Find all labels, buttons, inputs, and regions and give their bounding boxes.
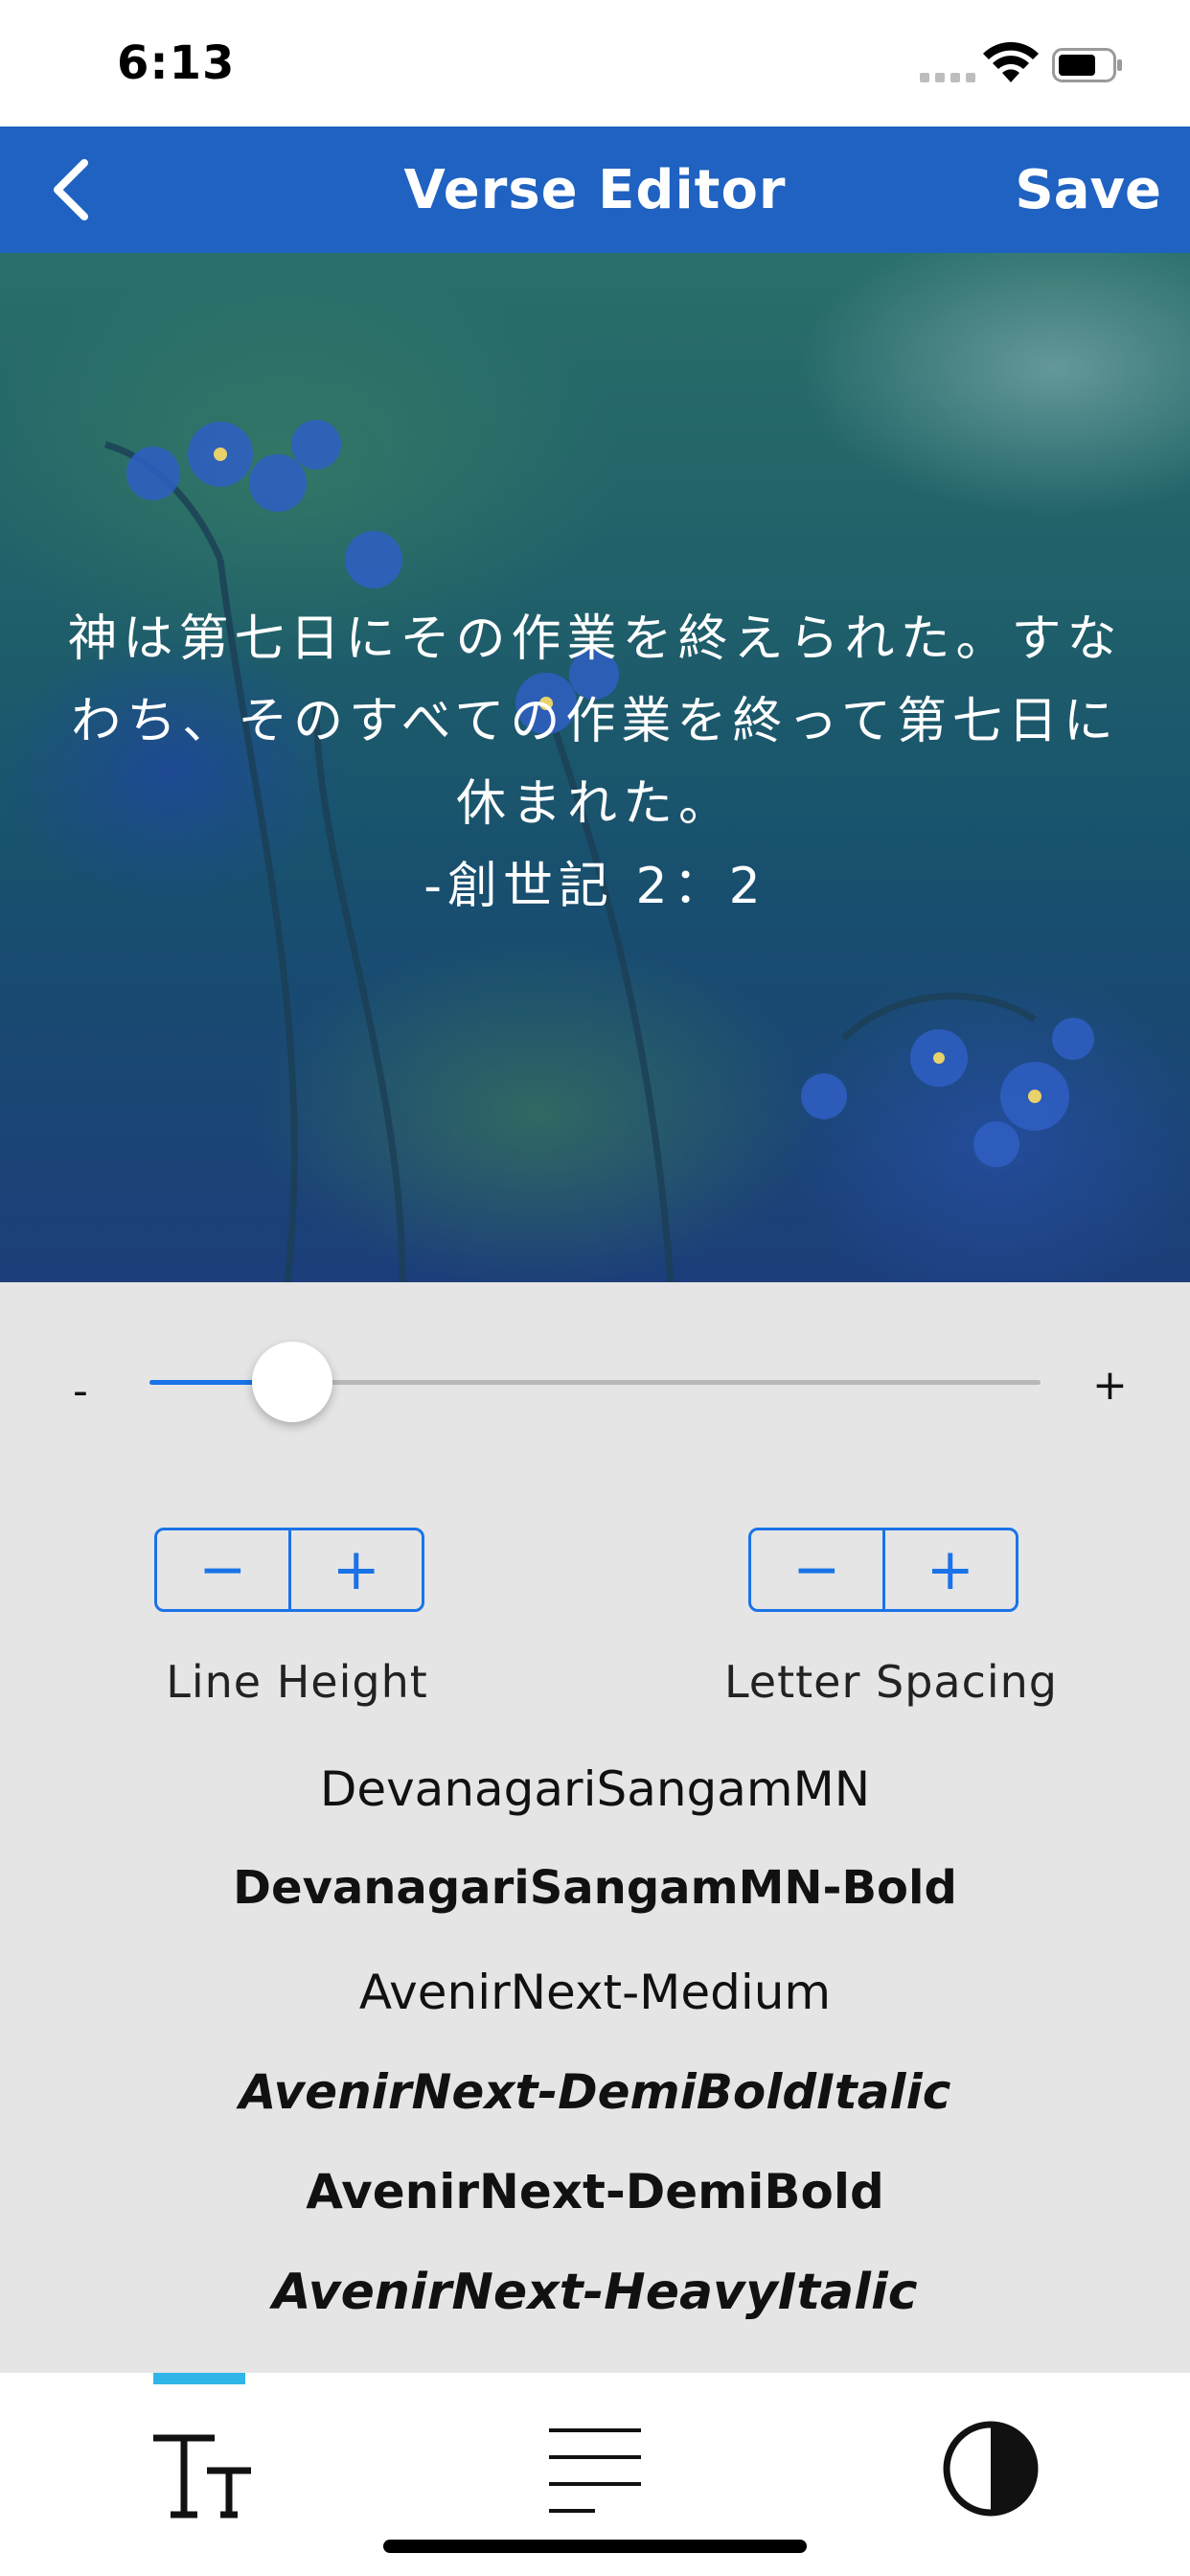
controls-panel: - + − + Line Height − + Letter Spacing D…: [0, 1282, 1190, 2373]
save-button[interactable]: Save: [1015, 159, 1161, 221]
line-height-stepper: − +: [154, 1528, 424, 1612]
verse-reference[interactable]: -創世記 2：2: [0, 845, 1190, 917]
page-title: Verse Editor: [403, 159, 787, 221]
line-height-label: Line Height: [166, 1656, 428, 1708]
battery-icon: [1052, 48, 1122, 82]
contrast-icon[interactable]: [924, 2402, 1058, 2536]
selected-tab-indicator: [153, 2373, 245, 2384]
status-time: 6:13: [117, 36, 236, 90]
verse-preview-image: 神は第七日にその作業を終えられた。すなわち、そのすべての作業を終って第七日に休ま…: [0, 253, 1190, 1282]
wifi-icon: [983, 42, 1039, 82]
slider-thumb[interactable]: [251, 1342, 332, 1422]
nav-bar: Verse Editor Save: [0, 126, 1190, 253]
tab-bar: [0, 2373, 1190, 2576]
font-option[interactable]: AvenirNext-DemiBold: [0, 2164, 1190, 2220]
signal-icon: [920, 73, 975, 82]
font-option[interactable]: AvenirNext-DemiBoldItalic: [0, 2064, 1190, 2120]
status-bar: 6:13: [0, 0, 1190, 126]
text-align-icon[interactable]: [528, 2402, 662, 2536]
line-height-increase-button[interactable]: +: [287, 1530, 423, 1609]
letter-spacing-stepper: − +: [748, 1528, 1018, 1612]
slider-minus-label: -: [73, 1367, 88, 1415]
font-option[interactable]: DevanagariSangamMN: [0, 1761, 1190, 1817]
text-size-icon[interactable]: [132, 2402, 266, 2536]
font-option[interactable]: AvenirNext-Medium: [0, 1965, 1190, 2020]
font-option[interactable]: AvenirNext-HeavyItalic: [0, 2264, 1190, 2321]
home-indicator: [383, 2540, 807, 2553]
font-option[interactable]: DevanagariSangamMN-Bold: [0, 1861, 1190, 1915]
line-height-decrease-button[interactable]: −: [157, 1530, 288, 1609]
letter-spacing-label: Letter Spacing: [723, 1656, 1059, 1708]
font-size-slider[interactable]: [149, 1342, 1041, 1422]
verse-text[interactable]: 神は第七日にその作業を終えられた。すなわち、そのすべての作業を終って第七日に休ま…: [57, 598, 1133, 845]
letter-spacing-increase-button[interactable]: +: [881, 1530, 1017, 1609]
letter-spacing-decrease-button[interactable]: −: [751, 1530, 882, 1609]
slider-plus-label: +: [1092, 1361, 1128, 1410]
